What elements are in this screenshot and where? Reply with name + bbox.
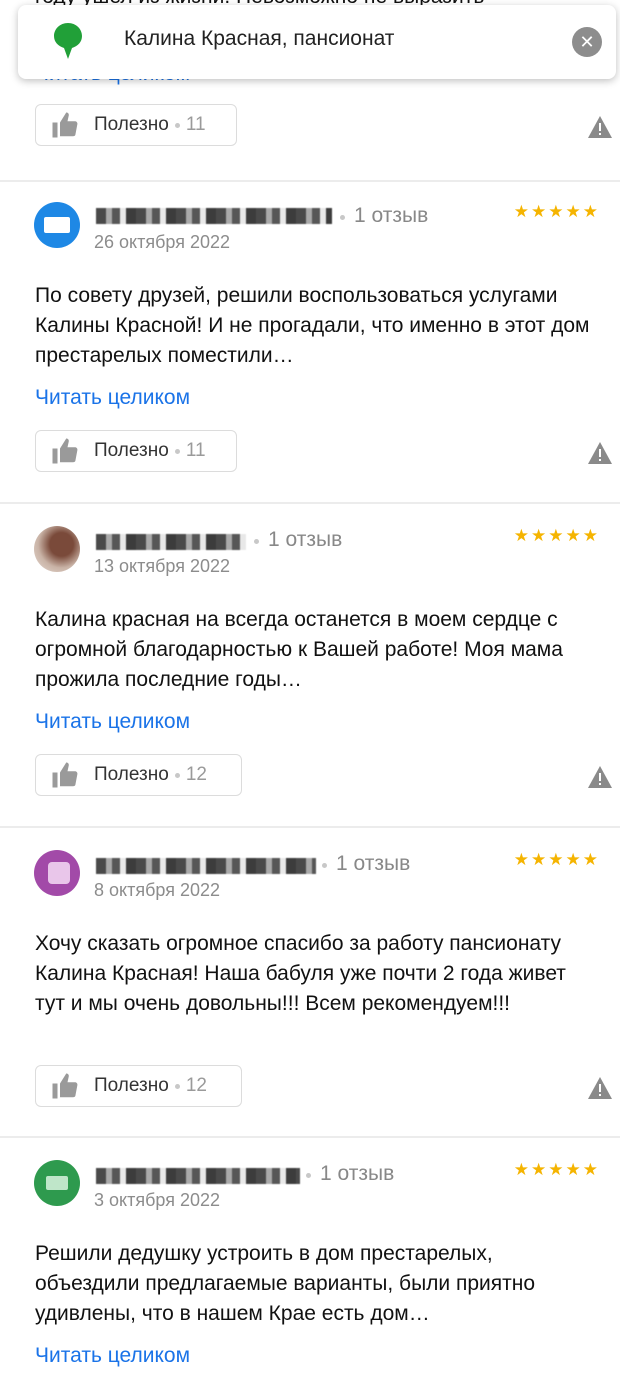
separator-dot [174,1083,180,1089]
read-more-link[interactable]: Читать целиком [35,1344,190,1368]
helpful-label: Полезно [94,1075,169,1096]
avatar[interactable] [34,526,80,572]
author-review-count[interactable]: 1 отзыв [354,204,428,228]
read-more-link[interactable]: Читать целиком [35,386,190,410]
review-card: 1 отзыв 26 октября 2022 ★★★★★ По совету … [0,180,620,504]
author-name-blurred[interactable] [96,1168,300,1184]
separator-dot [174,122,180,128]
helpful-button[interactable]: Полезно 12 [35,1065,242,1107]
separator-dot [174,448,180,454]
warning-icon[interactable] [588,1077,612,1099]
helpful-button[interactable]: Полезно 12 [35,754,242,796]
star-rating: ★★★★★ [513,202,600,221]
review-text: Хочу сказать огромное спасибо за работу … [35,932,566,1015]
helpful-count: 12 [185,1075,207,1096]
separator-dot [306,1173,311,1178]
author-review-count[interactable]: 1 отзыв [320,1162,394,1186]
separator-dot [254,539,259,544]
separator-dot [174,772,180,778]
search-query[interactable]: Калина Красная, пансионат [124,27,394,51]
helpful-label: Полезно [94,764,169,785]
review-card: 1 отзыв 8 октября 2022 ★★★★★ Хочу сказат… [0,828,620,1138]
helpful-label: Полезно [94,440,169,461]
separator-dot [340,215,345,220]
helpful-count: 11 [185,114,206,135]
avatar[interactable] [34,850,80,896]
thumbs-up-icon [52,438,78,464]
star-rating: ★★★★★ [513,1160,600,1179]
review-text: Решили дедушку устроить в дом престарелы… [35,1242,536,1325]
review-date: 3 октября 2022 [94,1190,220,1210]
avatar[interactable] [34,202,80,248]
review-card: 1 отзыв 3 октября 2022 ★★★★★ Решили деду… [0,1138,620,1374]
map-pin-icon [54,23,82,59]
read-more-link[interactable]: Читать целиком [35,710,190,734]
review-text: Калина красная на всегда останется в мое… [35,608,563,691]
star-rating: ★★★★★ [513,850,600,869]
warning-icon[interactable] [588,766,612,788]
helpful-count: 11 [185,440,206,461]
warning-icon[interactable] [588,442,612,464]
author-name-blurred[interactable] [96,534,246,550]
helpful-button[interactable]: Полезно 11 [35,104,237,146]
thumbs-up-icon [52,1073,78,1099]
thumbs-up-icon [52,112,78,138]
helpful-button[interactable]: Полезно 11 [35,430,237,472]
author-name-blurred[interactable] [96,208,332,224]
separator-dot [322,863,327,868]
helpful-label: Полезно [94,114,169,135]
star-rating: ★★★★★ [513,526,600,545]
author-review-count[interactable]: 1 отзыв [268,528,342,552]
close-icon[interactable]: ✕ [572,27,602,57]
review-date: 13 октября 2022 [94,556,231,576]
review-text: По совету друзей, решили воспользоваться… [35,284,590,367]
thumbs-up-icon [52,762,78,788]
author-review-count[interactable]: 1 отзыв [336,852,410,876]
helpful-count: 12 [185,764,207,785]
review-date: 26 октября 2022 [94,232,231,252]
author-name-blurred[interactable] [96,858,316,874]
avatar[interactable] [34,1160,80,1206]
warning-icon[interactable] [588,116,612,138]
review-card: 1 отзыв 13 октября 2022 ★★★★★ Калина кра… [0,504,620,828]
review-date: 8 октября 2022 [94,880,220,900]
search-bar[interactable]: Калина Красная, пансионат ✕ [18,5,616,79]
